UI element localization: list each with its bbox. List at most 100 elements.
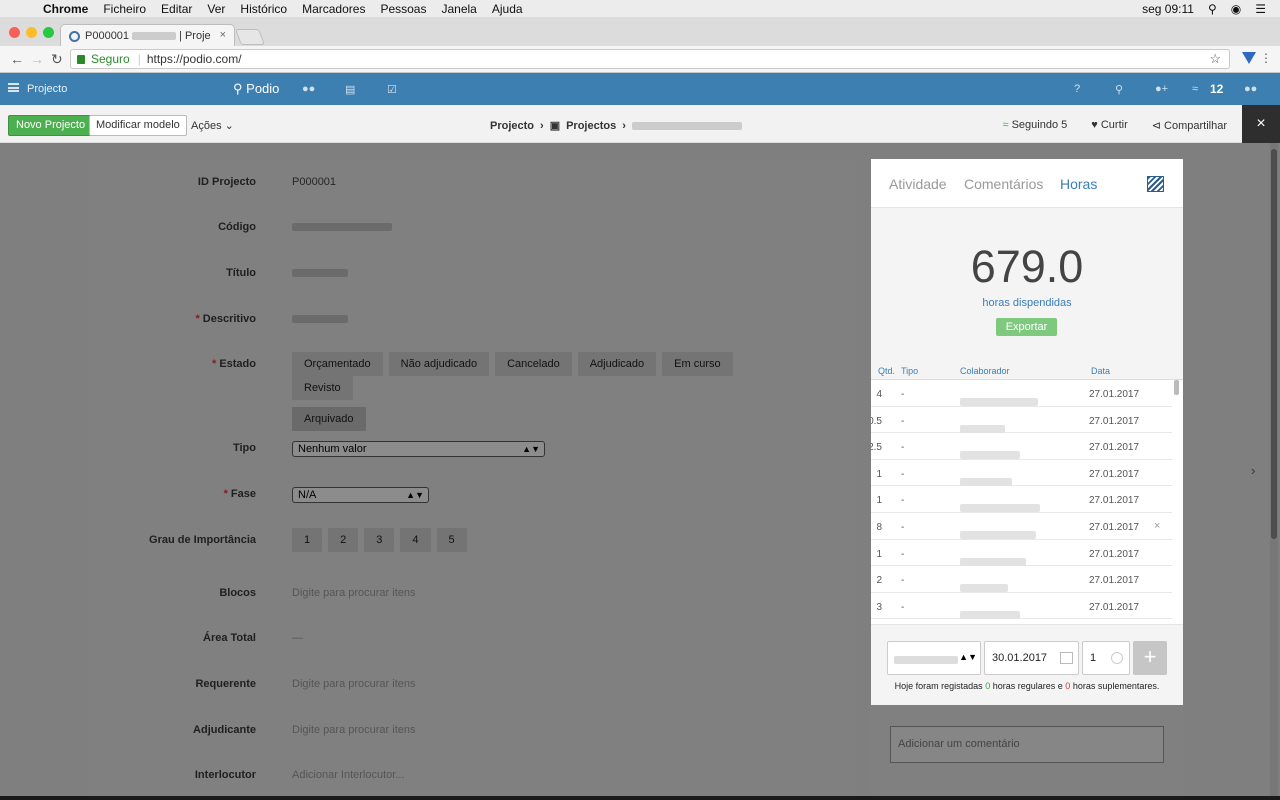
url-text[interactable]: https://podio.com/ <box>147 52 242 66</box>
workspace-name[interactable]: Projecto <box>27 83 67 95</box>
blocos-input[interactable]: Digite para procurar itens <box>292 587 416 599</box>
date-input[interactable]: 30.01.2017 <box>984 641 1079 675</box>
activity-icon[interactable]: ≈ <box>1192 83 1198 95</box>
table-row[interactable]: 8 - 27.01.2017 × <box>871 513 1172 540</box>
estado-option-selected[interactable]: Arquivado <box>292 407 366 431</box>
table-row[interactable]: 1 - 27.01.2017 <box>871 486 1172 513</box>
help-icon[interactable]: ? <box>1074 83 1080 95</box>
actions-dropdown[interactable]: Ações ⌄ <box>191 119 234 132</box>
like-button[interactable]: ♥ Curtir <box>1091 119 1127 132</box>
grau-option[interactable]: 2 <box>328 528 359 552</box>
clock[interactable]: seg 09:11 <box>1142 2 1194 16</box>
titulo-value[interactable] <box>292 267 348 279</box>
clock-icon[interactable] <box>1111 652 1123 664</box>
timesheet-icon[interactable] <box>1147 176 1164 192</box>
grau-option[interactable]: 1 <box>292 528 323 552</box>
tipo-select[interactable]: Nenhum valor ▲▼ <box>292 441 545 457</box>
estado-option[interactable]: Cancelado <box>495 352 572 376</box>
tasks-icon[interactable]: ☑ <box>387 83 397 96</box>
type-select[interactable]: ▲▼ <box>887 641 981 675</box>
estado-option[interactable]: Orçamentado <box>292 352 383 376</box>
estado-option[interactable]: Revisto <box>292 376 353 400</box>
menu-app[interactable]: Chrome <box>43 2 88 16</box>
menu-pessoas[interactable]: Pessoas <box>380 2 426 16</box>
page-scrollbar[interactable] <box>1270 143 1278 800</box>
follow-button[interactable]: ≈ Seguindo 5 <box>1002 119 1067 132</box>
tab-comentarios[interactable]: Comentários <box>964 176 1043 192</box>
menu-ficheiro[interactable]: Ficheiro <box>103 2 146 16</box>
grau-option[interactable]: 4 <box>400 528 431 552</box>
chrome-menu-icon[interactable]: ⋮ <box>1260 51 1272 65</box>
chat-icon[interactable]: ●● <box>1244 83 1257 95</box>
field-label: Área Total <box>203 632 256 644</box>
menu-ajuda[interactable]: Ajuda <box>492 2 523 16</box>
contacts-icon[interactable]: ●● <box>302 83 315 95</box>
extension-icon[interactable] <box>1242 52 1256 64</box>
breadcrumb-section[interactable]: Projectos <box>566 120 616 132</box>
grau-option[interactable]: 5 <box>436 528 467 552</box>
field-label: Grau de Importância <box>149 534 256 546</box>
codigo-value[interactable] <box>292 221 392 233</box>
menu-janela[interactable]: Janela <box>441 2 476 16</box>
comment-input[interactable]: Adicionar um comentário <box>890 726 1164 763</box>
table-scrollbar[interactable] <box>1174 380 1179 395</box>
search-icon[interactable]: ⚲ <box>1115 83 1123 96</box>
new-project-button[interactable]: Novo Projecto <box>8 115 94 136</box>
tab-close-icon[interactable]: × <box>220 29 226 41</box>
back-icon[interactable]: ← <box>10 51 24 67</box>
field-label-text: Estado <box>219 358 256 370</box>
estado-option[interactable]: Adjudicado <box>577 352 657 376</box>
close-window-icon[interactable] <box>9 27 20 38</box>
requerente-input[interactable]: Digite para procurar itens <box>292 678 416 690</box>
quantity-input[interactable]: 1 <box>1082 641 1130 675</box>
table-row[interactable]: 2 - 27.01.2017 <box>871 566 1172 593</box>
calendar-icon[interactable] <box>1060 652 1073 664</box>
menu-marcadores[interactable]: Marcadores <box>302 2 365 16</box>
tab-horas[interactable]: Horas <box>1060 176 1097 192</box>
table-row[interactable]: 1 - 27.01.2017 <box>871 460 1172 487</box>
table-row[interactable]: 4 - 27.01.2017 <box>871 380 1172 407</box>
menu-editar[interactable]: Editar <box>161 2 192 16</box>
add-user-icon[interactable]: ●+ <box>1155 83 1168 95</box>
browser-tab[interactable]: P000001 | Proje × <box>60 24 235 47</box>
tab-atividade[interactable]: Atividade <box>889 176 947 192</box>
table-row[interactable]: 0.5 - 27.01.2017 <box>871 407 1172 434</box>
estado-option[interactable]: Não adjudicado <box>388 352 490 376</box>
menu-ver[interactable]: Ver <box>207 2 225 16</box>
grau-option[interactable]: 3 <box>364 528 395 552</box>
table-row[interactable]: 3 - 27.01.2017 <box>871 593 1172 620</box>
chevron-right-icon[interactable]: › <box>1251 463 1255 478</box>
modify-template-button[interactable]: Modificar modelo <box>89 115 187 136</box>
delete-row-icon[interactable]: × <box>1154 520 1160 532</box>
close-icon[interactable]: × <box>1242 105 1280 143</box>
estado-option[interactable]: Em curso <box>662 352 733 376</box>
spotlight-icon[interactable]: ⚲ <box>1208 2 1217 16</box>
reload-icon[interactable]: ↻ <box>51 51 63 68</box>
menu-icon[interactable] <box>8 83 19 92</box>
forward-icon[interactable]: → <box>30 51 44 67</box>
notification-count[interactable]: 12 <box>1210 82 1223 96</box>
share-button[interactable]: ⊲ Compartilhar <box>1152 119 1227 132</box>
select-arrows-icon: ▲▼ <box>959 652 977 662</box>
siri-icon[interactable]: ◉ <box>1231 2 1241 16</box>
scrollbar-thumb[interactable] <box>1271 149 1277 539</box>
row-type: - <box>901 601 905 613</box>
table-row[interactable]: 1 - 27.01.2017 <box>871 540 1172 567</box>
bookmark-star-icon[interactable]: ☆ <box>1209 51 1221 67</box>
calendar-icon[interactable]: ▤ <box>345 83 355 96</box>
new-tab-button[interactable] <box>235 29 265 45</box>
breadcrumb-app[interactable]: Projecto <box>490 120 534 132</box>
notification-center-icon[interactable]: ☰ <box>1255 2 1266 16</box>
interlocutor-input[interactable]: Adicionar Interlocutor... <box>292 769 405 781</box>
table-row[interactable]: 2.5 - 27.01.2017 <box>871 433 1172 460</box>
address-bar[interactable]: Seguro | https://podio.com/ ☆ <box>70 49 1230 69</box>
zoom-window-icon[interactable] <box>43 27 54 38</box>
add-time-button[interactable]: + <box>1133 641 1167 675</box>
export-button[interactable]: Exportar <box>996 318 1057 336</box>
fase-select[interactable]: N/A ▲▼ <box>292 487 429 503</box>
adjudicante-input[interactable]: Digite para procurar itens <box>292 724 416 736</box>
podio-logo[interactable]: ⚲ Podio <box>233 81 279 97</box>
descritivo-value[interactable] <box>292 313 348 325</box>
minimize-window-icon[interactable] <box>26 27 37 38</box>
menu-historico[interactable]: Histórico <box>240 2 287 16</box>
